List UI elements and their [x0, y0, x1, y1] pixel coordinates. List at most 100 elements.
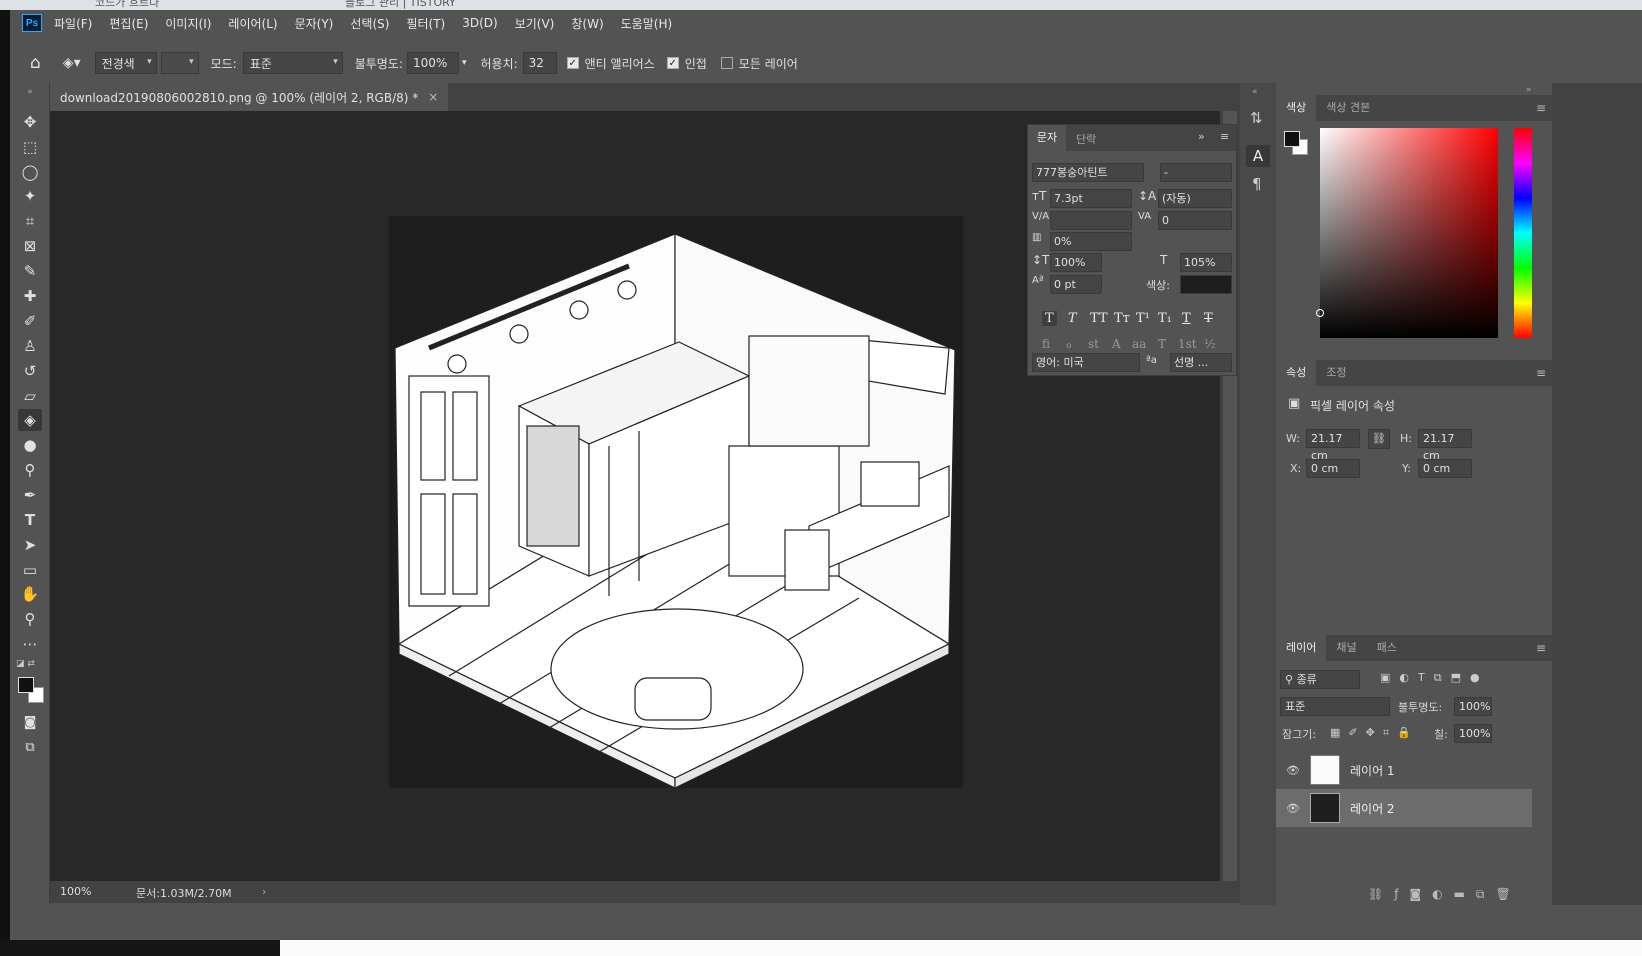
menu-edit[interactable]: 편집(E) [109, 15, 148, 32]
font-family-select[interactable]: 777봉숭아틴트 [1032, 163, 1144, 182]
hue-slider[interactable] [1514, 128, 1532, 338]
all-layers-checkbox[interactable] [720, 57, 733, 69]
paint-bucket-icon[interactable]: ◈ [18, 409, 42, 431]
crop-tool-icon[interactable]: ⌗ [18, 210, 42, 232]
marquee-tool-icon[interactable]: ⬚ [18, 136, 42, 158]
collapse-toolbar-icon[interactable]: » [18, 86, 42, 98]
paragraph-panel-icon[interactable]: ¶ [1252, 175, 1262, 193]
default-colors-icon[interactable]: ◪ ⇄ [16, 659, 35, 669]
kerning-input[interactable] [1050, 211, 1132, 230]
ligatures-icon[interactable]: ﬁ [1042, 337, 1050, 351]
collapse-panel-icon[interactable]: » [1198, 130, 1205, 143]
magic-wand-icon[interactable]: ✦ [18, 185, 42, 207]
browser-tab-2[interactable]: 블로그 관리 | TISTORY [345, 0, 456, 10]
close-tab-icon[interactable]: × [428, 90, 438, 104]
menu-help[interactable]: 도움말(H) [621, 15, 673, 32]
brush-tool-icon[interactable]: ✐ [18, 310, 42, 332]
blur-tool-icon[interactable]: ● [18, 434, 42, 456]
color-picker-handle[interactable] [1316, 309, 1324, 317]
baseline-shift-input[interactable]: 0 pt [1050, 275, 1102, 294]
properties-menu-icon[interactable]: ≡ [1536, 366, 1546, 380]
color-panel-menu-icon[interactable]: ≡ [1536, 101, 1546, 115]
zoom-level[interactable]: 100% [60, 885, 91, 898]
layer-opacity-input[interactable]: 100% [1454, 697, 1492, 716]
eyedropper-icon[interactable]: ✎ [18, 260, 42, 282]
history-brush-icon[interactable]: ↺ [18, 360, 42, 382]
pattern-picker[interactable]: ▾ [160, 52, 199, 74]
layer-filter-icons[interactable]: ▣◐T⧉⬒● [1380, 671, 1489, 685]
tsume-input[interactable]: 0% [1050, 232, 1132, 251]
layer-row[interactable]: 👁 레이어 1 [1276, 751, 1532, 789]
status-arrow-icon[interactable]: › [262, 885, 266, 898]
visibility-eye-icon[interactable]: 👁 [1286, 764, 1300, 777]
layers-menu-icon[interactable]: ≡ [1536, 641, 1546, 655]
font-style-select[interactable]: - [1160, 163, 1232, 182]
opacity-dropdown-icon[interactable]: ▾ [462, 58, 467, 68]
vertical-scale-input[interactable]: 100% [1050, 253, 1102, 272]
expand-panels-icon[interactable]: « [1252, 87, 1258, 97]
fill-source-select[interactable]: 전경색 ▾ [94, 52, 157, 74]
lasso-tool-icon[interactable]: ◯ [18, 161, 42, 183]
panel-menu-icon[interactable]: ≡ [1220, 130, 1229, 143]
menu-window[interactable]: 창(W) [571, 15, 603, 32]
layer-filter-select[interactable]: ⚲ 종류 [1280, 670, 1360, 689]
lock-icons[interactable]: ▦✐✥⌗🔒 [1330, 726, 1419, 740]
small-caps-icon[interactable]: Tт [1114, 311, 1130, 326]
type-tool-icon[interactable]: T [18, 509, 42, 531]
history-panel-icon[interactable]: ⇅ [1250, 109, 1263, 127]
foreground-color-swatch[interactable] [18, 677, 34, 693]
zoom-tool-icon[interactable]: ⚲ [18, 608, 42, 630]
width-input[interactable]: 21.17 cm [1306, 429, 1360, 462]
tab-adjustments[interactable]: 조정 [1316, 360, 1356, 386]
stamp-tool-icon[interactable]: ♙ [18, 335, 42, 357]
titling-icon[interactable]: aa [1132, 337, 1146, 351]
layer-name[interactable]: 레이어 1 [1350, 762, 1395, 779]
document-info[interactable]: 문서:1.03M/2.70M [136, 885, 232, 901]
menu-image[interactable]: 이미지(I) [165, 15, 211, 32]
tab-paths[interactable]: 패스 [1367, 635, 1407, 661]
quick-mask-icon[interactable]: ◙ [18, 711, 42, 733]
move-tool-icon[interactable]: ✥ [18, 111, 42, 133]
tab-character[interactable]: 문자 [1028, 125, 1066, 151]
rectangle-tool-icon[interactable]: ▭ [18, 559, 42, 581]
layer-name[interactable]: 레이어 2 [1350, 800, 1395, 817]
tab-paragraph[interactable]: 단락 [1076, 131, 1096, 147]
tab-properties[interactable]: 속성 [1276, 360, 1317, 386]
swash-icon[interactable]: st [1088, 337, 1099, 351]
menu-type[interactable]: 문자(Y) [295, 15, 334, 32]
tab-channels[interactable]: 채널 [1326, 635, 1366, 661]
menu-layer[interactable]: 레이어(L) [228, 15, 277, 32]
healing-brush-icon[interactable]: ✚ [18, 285, 42, 307]
visibility-eye-icon[interactable]: 👁 [1286, 802, 1300, 815]
faux-italic-icon[interactable]: T [1068, 311, 1077, 326]
fill-input[interactable]: 100% [1454, 724, 1492, 743]
text-color-swatch[interactable] [1180, 275, 1232, 294]
menu-select[interactable]: 선택(S) [350, 15, 389, 32]
collapse-dock-icon[interactable]: » [1526, 85, 1532, 95]
tab-swatches[interactable]: 색상 견본 [1316, 95, 1380, 121]
document-canvas[interactable] [389, 216, 963, 789]
antialias-checkbox[interactable]: ✓ [566, 57, 579, 69]
layer-actions-bar[interactable]: ⛓ƒ◙◐▬⧉🗑 [1368, 887, 1522, 902]
document-tab[interactable]: download20190806002810.png @ 100% (레이어 2… [50, 83, 449, 111]
paint-bucket-preset-icon[interactable]: ◈▾ [63, 55, 81, 71]
horizontal-scale-input[interactable]: 105% [1180, 253, 1232, 272]
opacity-input[interactable]: 100% [406, 52, 459, 74]
link-dimensions-icon[interactable]: ⛓ [1368, 429, 1390, 449]
all-caps-icon[interactable]: TT [1090, 311, 1108, 326]
language-select[interactable]: 영어: 미국 [1032, 353, 1140, 372]
mode-select[interactable]: 표준 ▾ [242, 52, 343, 74]
tab-color[interactable]: 색상 [1276, 95, 1317, 121]
dodge-tool-icon[interactable]: ⚲ [18, 459, 42, 481]
tolerance-input[interactable]: 32 [522, 52, 557, 74]
font-size-input[interactable]: 7.3pt [1050, 189, 1132, 208]
menu-view[interactable]: 보기(V) [515, 15, 555, 32]
tab-layers[interactable]: 레이어 [1276, 635, 1327, 661]
hand-tool-icon[interactable]: ✋ [18, 583, 42, 605]
fractions-icon[interactable]: ½ [1204, 337, 1216, 351]
superscript-icon[interactable]: T¹ [1136, 311, 1150, 326]
antialias-select[interactable]: 선명 ... [1170, 353, 1232, 372]
blend-mode-select[interactable]: 표준 [1280, 697, 1390, 716]
browser-tab-1[interactable]: 코드가 흐르다 [95, 0, 159, 10]
screen-mode-icon[interactable]: ⧉ [18, 736, 42, 758]
